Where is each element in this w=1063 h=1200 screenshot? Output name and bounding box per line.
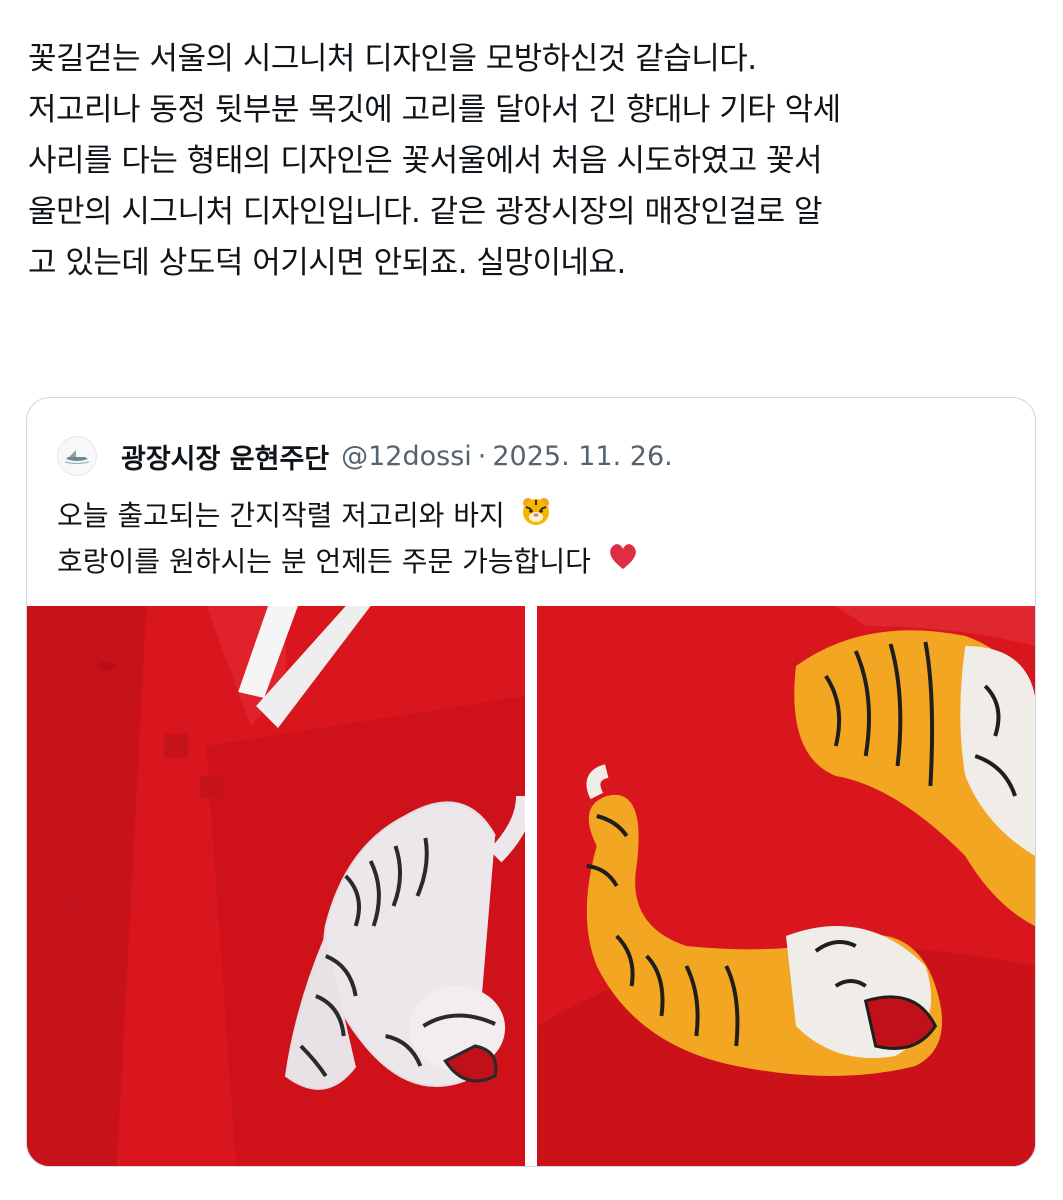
quoted-text-line: 오늘 출고되는 간지작렬 저고리와 바지: [57, 494, 640, 540]
orange-tiger-garment-photo[interactable]: [537, 606, 1035, 1166]
quoted-tweet-text: 오늘 출고되는 간지작렬 저고리와 바지 호랑이를 원하시는 분 언제든 주문 …: [57, 494, 640, 585]
post-date[interactable]: 2025. 11. 26.: [492, 441, 672, 472]
quoted-text-line: 호랑이를 원하시는 분 언제든 주문 가능합니다: [57, 540, 640, 586]
tweet-text-line: 사리를 다는 형태의 디자인은 꽃서울에서 처음 시도하였고 꽃서: [28, 143, 823, 179]
author-handle[interactable]: @12dossi: [341, 441, 472, 472]
red-heart-icon: [606, 540, 640, 585]
media-grid: [27, 606, 1035, 1166]
separator-dot: ·: [477, 440, 487, 472]
tweet-text-line: 고 있는데 상도덕 어기시면 안되죠. 실망이네요.: [28, 245, 626, 281]
tweet-text: 꽃길걷는 서울의 시그니처 디자인을 모방하신것 같습니다. 저고리나 동정 뒷…: [28, 34, 1038, 289]
author-name[interactable]: 광장시장 운현주단: [121, 437, 329, 476]
quoted-text-content: 호랑이를 원하시는 분 언제든 주문 가능합니다: [57, 544, 591, 578]
boat-logo-icon: [64, 450, 90, 464]
quoted-tweet-header: 광장시장 운현주단 @12dossi · 2025. 11. 26.: [57, 436, 673, 476]
tweet-text-line: 저고리나 동정 뒷부분 목깃에 고리를 달아서 긴 향대나 기타 악세: [28, 92, 841, 128]
tweet-text-line: 꽃길걷는 서울의 시그니처 디자인을 모방하신것 같습니다.: [28, 41, 757, 77]
white-tiger-jeogori-photo[interactable]: [27, 606, 525, 1166]
quoted-text-content: 오늘 출고되는 간지작렬 저고리와 바지: [57, 499, 505, 532]
avatar[interactable]: [57, 436, 97, 476]
tweet-text-line: 울만의 시그니처 디자인입니다. 같은 광장시장의 매장인걸로 알: [28, 194, 823, 230]
tiger-face-icon: [520, 495, 552, 540]
quoted-tweet-card[interactable]: 광장시장 운현주단 @12dossi · 2025. 11. 26. 오늘 출고…: [26, 397, 1036, 1167]
